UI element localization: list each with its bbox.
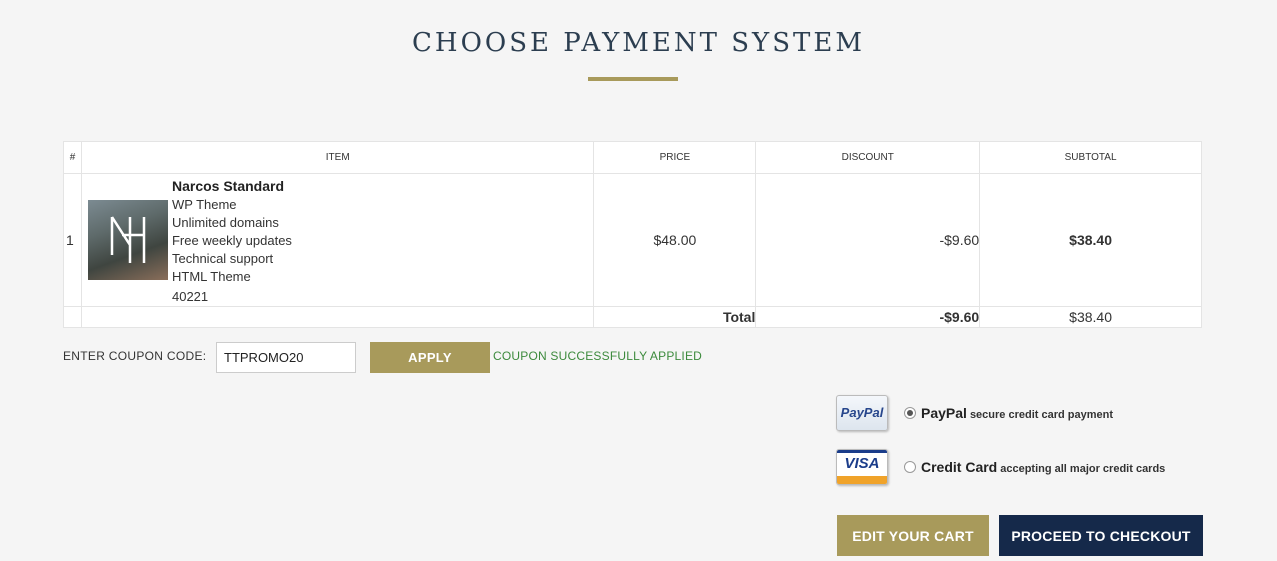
item-feature: HTML Theme [171, 269, 251, 284]
total-spacer [63, 306, 82, 328]
item-subtotal: $38.40 [979, 173, 1202, 307]
total-spacer [80, 306, 595, 328]
paypal-logo-text: PayPal [840, 405, 884, 420]
paypal-option-description: secure credit card payment [969, 409, 1114, 421]
proceed-to-checkout-button[interactable]: PROCEED TO CHECKOUT [999, 515, 1203, 556]
total-subtotal: $38.40 [979, 306, 1202, 328]
row-number: 1 [63, 173, 82, 307]
total-label: Total [593, 306, 757, 328]
coupon-label: ENTER COUPON CODE: [63, 349, 207, 363]
paypal-option-label[interactable]: PayPal secure credit card payment [921, 405, 1113, 421]
item-cell: Narcos Standard WP Theme Unlimited domai… [80, 173, 595, 307]
visa-logo[interactable]: VISA [836, 449, 888, 485]
credit-card-option-description: accepting all major credit cards [1000, 463, 1166, 475]
edit-cart-button[interactable]: EDIT YOUR CART [837, 515, 989, 556]
visa-logo-text: VISA [837, 450, 887, 476]
header-price: PRICE [593, 141, 757, 174]
paypal-option-name: PayPal [921, 405, 967, 421]
credit-card-option-name: Credit Card [921, 459, 998, 475]
coupon-success-message: COUPON SUCCESSFULLY APPLIED [493, 349, 703, 363]
table-header-row: # ITEM PRICE DISCOUNT SUBTOTAL [63, 141, 1202, 174]
visa-logo-stripe [837, 476, 887, 484]
item-feature: WP Theme [171, 197, 237, 212]
paypal-radio[interactable] [904, 407, 916, 419]
product-thumbnail[interactable] [87, 200, 168, 280]
item-price: $48.00 [593, 173, 757, 307]
header-subtotal: SUBTOTAL [979, 141, 1202, 174]
item-feature: Free weekly updates [171, 233, 292, 248]
paypal-logo[interactable]: PayPal [836, 395, 888, 431]
cart-table: # ITEM PRICE DISCOUNT SUBTOTAL 1 Narcos … [63, 141, 1202, 328]
apply-coupon-button[interactable]: APPLY [370, 342, 490, 373]
coupon-input[interactable] [216, 342, 356, 373]
item-discount: -$9.60 [755, 173, 981, 307]
header-num: # [63, 141, 82, 174]
title-underline [588, 77, 678, 81]
total-row: Total -$9.60 $38.40 [63, 306, 1202, 328]
page-title: CHOOSE PAYMENT SYSTEM [412, 28, 865, 58]
credit-card-option-label[interactable]: Credit Card accepting all major credit ca… [921, 459, 1165, 475]
item-name: Narcos Standard [171, 178, 285, 194]
narcos-logo-icon [110, 216, 146, 263]
table-row: 1 Narcos Standard WP Theme Unlimited dom… [63, 173, 1202, 307]
item-sku: 40221 [171, 289, 209, 304]
total-discount: -$9.60 [755, 306, 981, 328]
item-info: Narcos Standard WP Theme Unlimited domai… [172, 177, 292, 306]
credit-card-radio[interactable] [904, 461, 916, 473]
header-item: ITEM [80, 141, 595, 174]
header-discount: DISCOUNT [755, 141, 981, 174]
item-feature: Technical support [171, 251, 274, 266]
item-feature: Unlimited domains [171, 215, 279, 230]
